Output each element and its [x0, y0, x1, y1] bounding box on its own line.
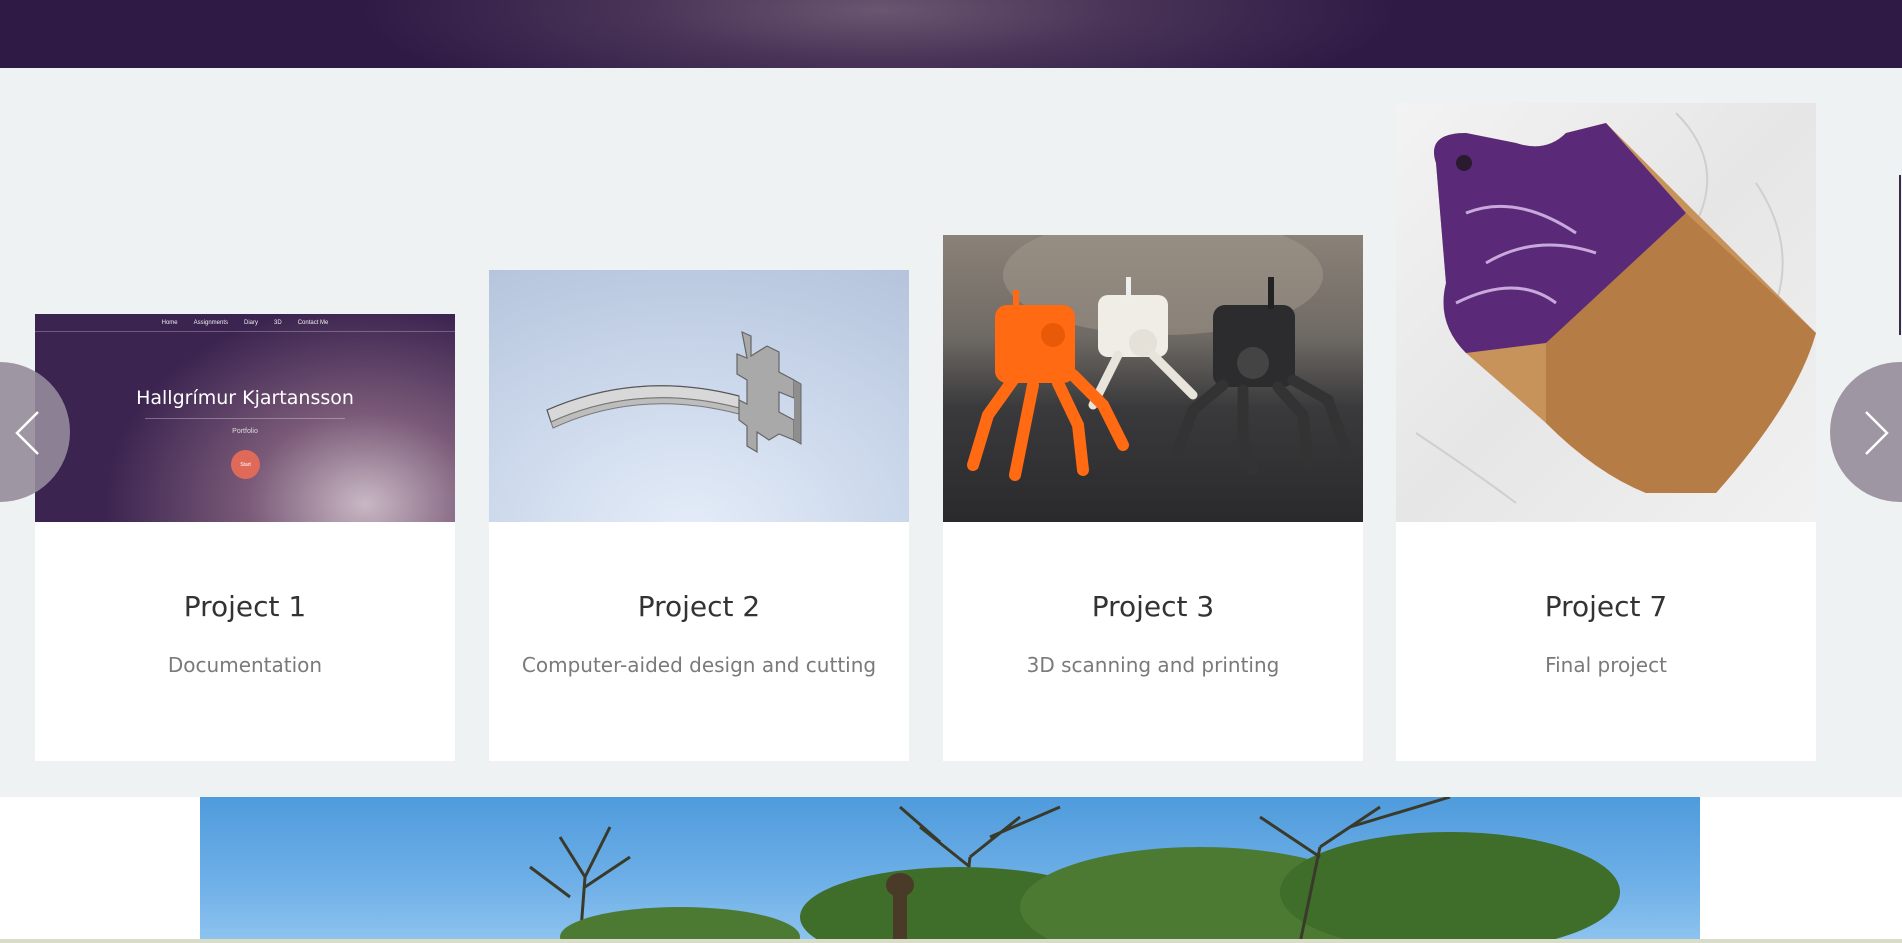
project-1-thumbnail: Home Assignments Diary 3D Contact Me Hal…: [35, 314, 455, 522]
project-subtitle: 3D scanning and printing: [1026, 653, 1280, 677]
project-card-3[interactable]: Project 3 3D scanning and printing: [943, 235, 1363, 761]
top-banner: [0, 0, 1902, 68]
giraffe-trees-image: [529, 797, 1620, 943]
thumb-nav-item: Diary: [244, 319, 259, 326]
project-card-1[interactable]: Home Assignments Diary 3D Contact Me Hal…: [35, 314, 455, 761]
cad-model-image: [546, 330, 802, 454]
hero-section: [0, 797, 1902, 943]
3d-printed-robots-image: [967, 235, 1354, 481]
thumb-nav-item: Home: [161, 319, 178, 326]
project-card-body: Project 2 Computer-aided design and cutt…: [489, 522, 909, 761]
chevron-left-icon: [15, 411, 39, 455]
chevron-right-icon: [1865, 411, 1889, 455]
cutting-board-image: [1415, 112, 1816, 504]
thumb-nav-item: 3D: [274, 319, 282, 326]
thumb-nav-item: Assignments: [193, 319, 228, 326]
project-carousel: Home Assignments Diary 3D Contact Me Hal…: [0, 68, 1902, 797]
thumb-tagline: Portfolio: [232, 428, 258, 435]
project-subtitle: Documentation: [167, 653, 323, 677]
savanna-photo: [200, 797, 1700, 943]
project-title: Project 1: [183, 590, 307, 623]
project-card-7[interactable]: Project 7 Final project: [1396, 103, 1816, 761]
carousel-next-button[interactable]: [1830, 362, 1902, 502]
project-title: Project 3: [1091, 590, 1215, 623]
project-7-thumbnail: [1396, 103, 1816, 522]
thumb-divider: [145, 418, 345, 419]
project-card-2[interactable]: Project 2 Computer-aided design and cutt…: [489, 270, 909, 761]
thumb-nav-bar: Home Assignments Diary 3D Contact Me: [35, 314, 455, 332]
bottom-strip: [0, 939, 1902, 943]
project-title: Project 7: [1544, 590, 1668, 623]
project-title: Project 2: [637, 590, 761, 623]
project-2-thumbnail: [489, 270, 909, 522]
project-subtitle: Computer-aided design and cutting: [521, 653, 877, 677]
thumb-start-button: Start: [231, 450, 260, 479]
project-card-body: Project 1 Documentation: [35, 522, 455, 761]
project-subtitle: Final project: [1545, 653, 1667, 677]
project-card-body: Project 3 3D scanning and printing: [943, 522, 1363, 761]
thumb-nav-item: Contact Me: [297, 319, 329, 326]
thumb-start-label: Start: [240, 461, 251, 468]
project-card-body: Project 7 Final project: [1396, 522, 1816, 761]
project-3-thumbnail: [943, 235, 1363, 522]
scroll-indicator: [1899, 175, 1901, 335]
thumb-heading: Hallgrímur Kjartansson: [136, 387, 354, 409]
